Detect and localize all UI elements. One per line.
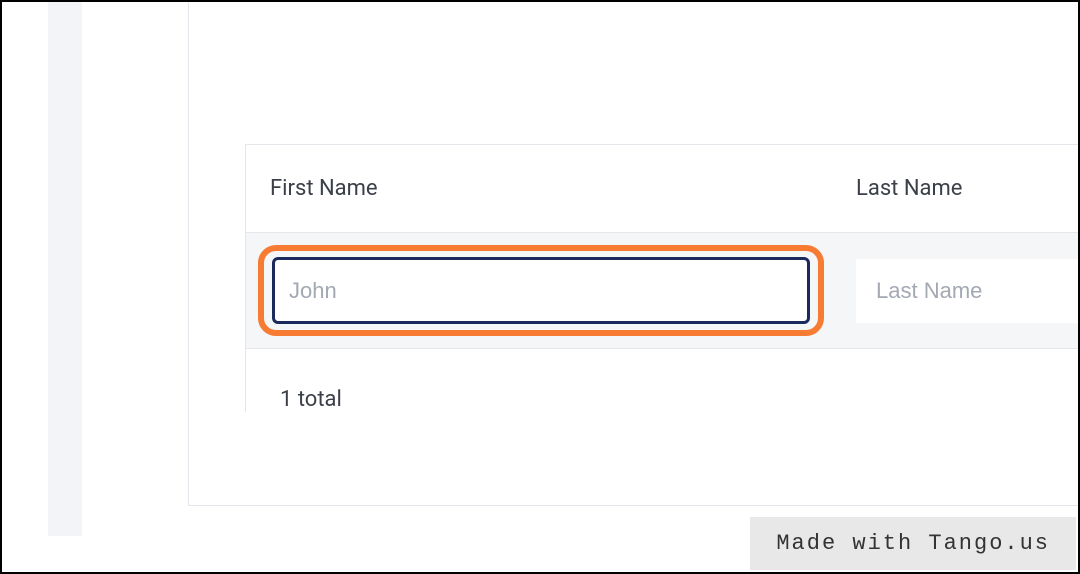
form-table: First Name Last Name 1 total bbox=[245, 144, 1078, 412]
table-header-row: First Name Last Name bbox=[246, 145, 1078, 233]
table-row bbox=[246, 233, 1078, 349]
first-name-input[interactable] bbox=[272, 257, 810, 324]
header-last-name: Last Name bbox=[832, 145, 1078, 232]
header-first-name: First Name bbox=[246, 145, 832, 232]
watermark-badge: Made with Tango.us bbox=[750, 517, 1076, 570]
table-footer-count: 1 total bbox=[246, 349, 1078, 412]
last-name-input[interactable] bbox=[856, 259, 1078, 323]
screenshot-frame: First Name Last Name 1 total Made with T… bbox=[0, 0, 1080, 574]
sidebar-strip bbox=[48, 2, 82, 536]
first-name-cell bbox=[246, 233, 832, 348]
last-name-cell bbox=[832, 233, 1078, 348]
content-panel: First Name Last Name 1 total bbox=[188, 2, 1078, 506]
